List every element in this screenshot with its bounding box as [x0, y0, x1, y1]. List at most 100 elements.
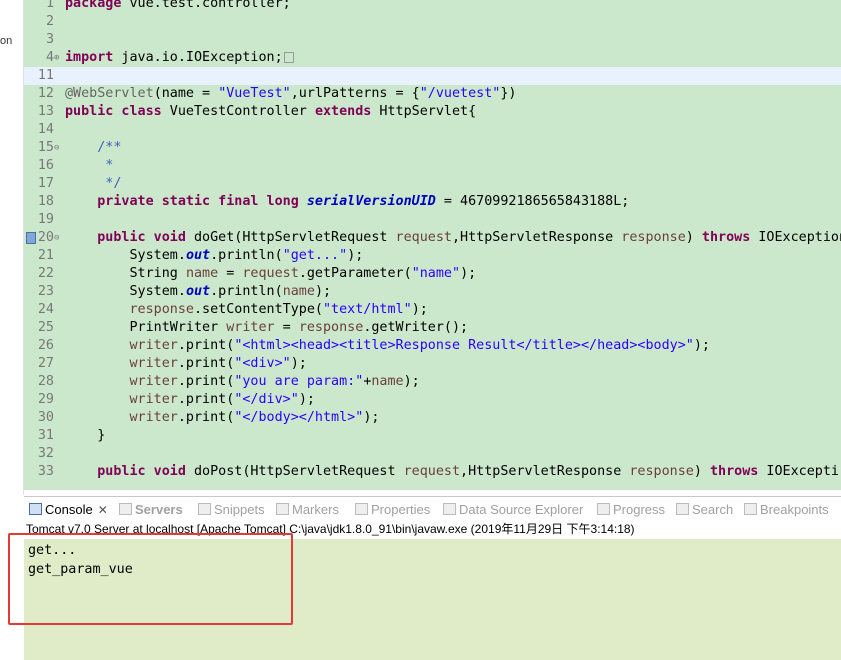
line-number: 14	[37, 122, 54, 137]
tab-markers[interactable]: Markers	[276, 500, 339, 520]
tab-snippets[interactable]: Snippets	[198, 500, 265, 520]
code-text: */	[97, 176, 122, 191]
code-line[interactable]: 22 String name = request.getParameter("n…	[24, 265, 841, 283]
tab-progress[interactable]: Progress	[597, 500, 665, 520]
tab-label: Console	[45, 502, 93, 517]
breakpoints-view-icon	[744, 503, 757, 515]
code-text: writer.print("<div>");	[129, 356, 307, 371]
code-line[interactable]: 25 PrintWriter writer = response.getWrit…	[24, 319, 841, 337]
code-line[interactable]: 17 */	[24, 175, 841, 193]
line-number: 16	[37, 158, 54, 173]
outline-panel-edge: on	[0, 0, 24, 495]
line-number: 21	[37, 248, 54, 263]
code-line[interactable]: 29 writer.print("</div>");	[24, 391, 841, 409]
line-number: 1	[45, 0, 54, 11]
progress-view-icon	[597, 503, 610, 515]
line-number: 24	[37, 302, 54, 317]
properties-view-icon	[355, 503, 368, 515]
code-text: public void doPost(HttpServletRequest re…	[97, 464, 839, 479]
line-number: 15	[37, 140, 54, 155]
line-number: 29	[37, 392, 54, 407]
code-line[interactable]: 18 private static final long serialVersi…	[24, 193, 841, 211]
code-text: System.out.println(name);	[65, 284, 332, 299]
views-tab-bar: Console ✕ Servers Snippets Markers Properties…	[24, 496, 841, 520]
code-text: public class VueTestController extends H…	[65, 104, 477, 119]
code-line[interactable]: 3	[24, 31, 841, 49]
collapse-fold-icon[interactable]: ⊖	[54, 229, 63, 247]
markers-view-icon	[276, 503, 289, 515]
tab-label: Progress	[613, 502, 666, 517]
code-text: PrintWriter writer = response.getWriter(…	[65, 320, 469, 335]
code-text: writer.print("you are param:"+name);	[129, 374, 420, 389]
tab-label: Markers	[292, 502, 339, 517]
line-number: 32	[37, 446, 54, 461]
console-view-icon	[29, 503, 42, 515]
tab-datasource[interactable]: Data Source Explorer	[443, 500, 583, 520]
code-line[interactable]: 20 ⊖ public void doGet(HttpServletRequest…	[24, 229, 841, 247]
code-editor[interactable]: 1 package vue.test.controller; 2 3 4 ⊕ import …	[24, 0, 841, 490]
code-line[interactable]: 2	[24, 13, 841, 31]
line-number: 25	[37, 320, 54, 335]
code-line[interactable]: 1 package vue.test.controller;	[24, 0, 841, 13]
code-line[interactable]: 26 writer.print("<html><head><title>Resp…	[24, 337, 841, 355]
line-number: 2	[45, 14, 54, 29]
close-tab-icon[interactable]: ✕	[98, 503, 108, 517]
code-text: private static final long serialVersionU…	[97, 194, 630, 209]
clipped-panel-text: on	[0, 35, 13, 47]
code-line[interactable]: 24 response.setContentType("text/html");	[24, 301, 841, 319]
code-text: writer.print("</body></html>");	[129, 410, 380, 425]
tab-properties[interactable]: Properties	[355, 500, 430, 520]
tab-label: Breakpoints	[760, 502, 829, 517]
code-line[interactable]: 4 ⊕ import java.io.IOException;	[24, 49, 841, 67]
line-number: 18	[37, 194, 54, 209]
code-line[interactable]: 11	[24, 67, 841, 85]
code-line[interactable]: 33 public void doPost(HttpServletRequest…	[24, 463, 841, 481]
code-line[interactable]: 13 public class VueTestController extends…	[24, 103, 841, 121]
line-number: 27	[37, 356, 54, 371]
collapse-fold-icon[interactable]: ⊖	[54, 139, 63, 157]
code-text: public void doGet(HttpServletRequest req…	[97, 230, 841, 245]
tab-label: Search	[692, 502, 734, 517]
code-line[interactable]: 19	[24, 211, 841, 229]
search-view-icon	[676, 503, 689, 515]
line-number: 31	[37, 428, 54, 443]
code-line[interactable]: 30 writer.print("</body></html>");	[24, 409, 841, 427]
code-text: String name = request.getParameter("name…	[65, 266, 477, 281]
snippets-view-icon	[198, 503, 211, 515]
expand-fold-icon[interactable]: ⊕	[54, 49, 63, 67]
tab-label: Data Source Explorer	[459, 502, 584, 517]
datasource-view-icon	[443, 503, 456, 515]
line-number: 4	[45, 50, 54, 65]
code-text: @WebServlet(name = "VueTest",urlPatterns…	[65, 86, 517, 101]
code-line[interactable]: 27 writer.print("<div>");	[24, 355, 841, 373]
line-number: 30	[37, 410, 54, 425]
annotation-highlight-box	[8, 533, 293, 625]
line-number: 12	[37, 86, 54, 101]
line-number: 26	[37, 338, 54, 353]
tab-search[interactable]: Search	[676, 500, 733, 520]
servers-view-icon	[119, 503, 132, 515]
tab-breakpoints[interactable]: Breakpoints	[744, 500, 829, 520]
code-text: response.setContentType("text/html");	[129, 302, 428, 317]
code-line[interactable]: 32	[24, 445, 841, 463]
code-text: package vue.test.controller;	[65, 0, 291, 11]
code-line[interactable]: 14	[24, 121, 841, 139]
line-number: 33	[37, 464, 54, 479]
line-number: 23	[37, 284, 54, 299]
code-text: *	[97, 158, 114, 173]
code-line[interactable]: 21 System.out.println("get...");	[24, 247, 841, 265]
code-line[interactable]: 16 *	[24, 157, 841, 175]
code-line[interactable]: 23 System.out.println(name);	[24, 283, 841, 301]
line-number: 22	[37, 266, 54, 281]
tab-label: Properties	[371, 502, 431, 517]
code-text: System.out.println("get...");	[65, 248, 364, 263]
tab-console[interactable]: Console ✕	[29, 500, 108, 520]
code-text: /**	[97, 140, 122, 155]
code-line[interactable]: 12 @WebServlet(name = "VueTest",urlPatter…	[24, 85, 841, 103]
tab-label: Servers	[135, 502, 183, 517]
code-line[interactable]: 31 }	[24, 427, 841, 445]
code-line[interactable]: 28 writer.print("you are param:"+name);	[24, 373, 841, 391]
code-line[interactable]: 15 ⊖ /**	[24, 139, 841, 157]
line-number: 3	[45, 32, 54, 47]
tab-servers[interactable]: Servers	[119, 500, 183, 520]
